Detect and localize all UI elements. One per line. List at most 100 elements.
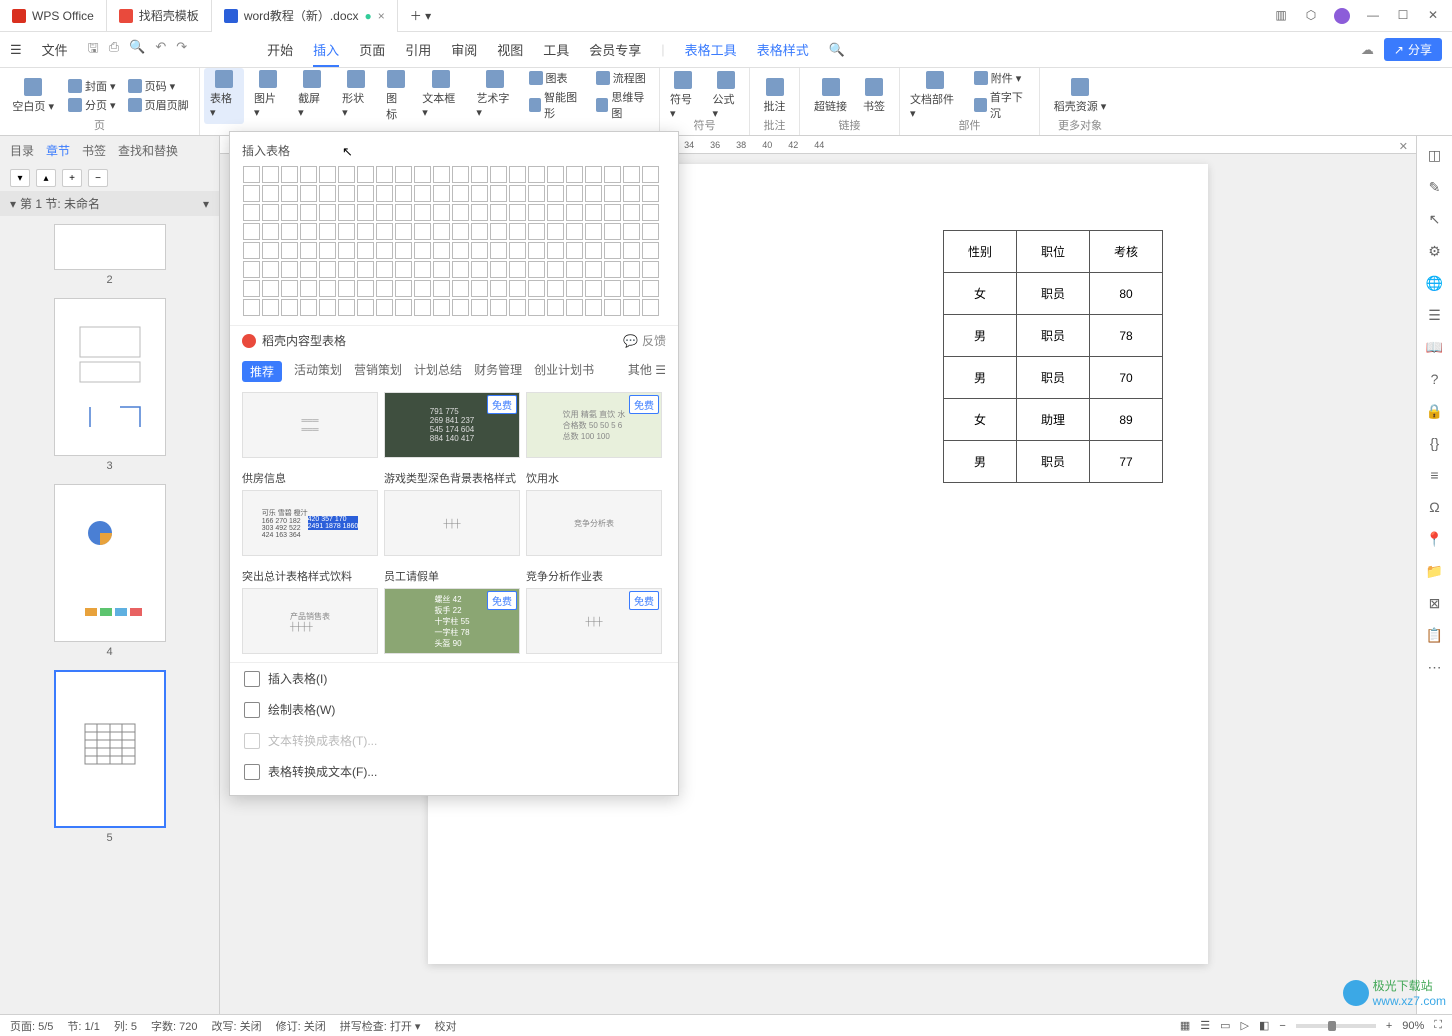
page-break-button[interactable]: 分页 ▾ (64, 96, 120, 114)
template-8[interactable]: 员工请假单免费螺丝 42扳手 22十字柱 55一字柱 78头盔 90 (384, 564, 520, 654)
feedback-link[interactable]: 💬 反馈 (623, 332, 666, 349)
status-overwrite[interactable]: 改写: 关闭 (212, 1018, 262, 1034)
screenshot-button[interactable]: 截屏 ▾ (292, 68, 332, 124)
rt-pin-icon[interactable]: 📍 (1426, 530, 1444, 548)
nav-up-button[interactable]: ▴ (36, 169, 56, 187)
rt-lock-icon[interactable]: 🔒 (1426, 402, 1444, 420)
thumb-page-2[interactable] (54, 224, 166, 270)
template-1[interactable]: ══════ (242, 392, 378, 458)
close-icon[interactable]: ✕ (1426, 8, 1440, 22)
thumb-page-5[interactable] (54, 670, 166, 828)
new-tab[interactable]: ＋ ▾ (398, 0, 443, 32)
textbox-button[interactable]: 文本框 ▾ (416, 68, 466, 124)
nav-tab-find[interactable]: 查找和替换 (118, 142, 178, 159)
tt-plan[interactable]: 计划总结 (414, 361, 462, 382)
view-focus-icon[interactable]: ◧ (1259, 1019, 1269, 1032)
print-icon[interactable]: ⎙ (109, 39, 119, 61)
menu-tools[interactable]: 工具 (543, 40, 569, 59)
mindmap-button[interactable]: 思维导图 (592, 88, 655, 122)
avatar[interactable] (1334, 8, 1350, 24)
status-proof[interactable]: 校对 (434, 1018, 456, 1034)
rt-translate-icon[interactable]: 🌐 (1426, 274, 1444, 292)
menu-insert[interactable]: 插入 (313, 40, 339, 67)
rt-layers-icon[interactable]: ◫ (1426, 146, 1444, 164)
status-col[interactable]: 列: 5 (114, 1018, 137, 1034)
bookmark-button[interactable]: 书签 (857, 76, 891, 116)
menu-insert-table[interactable]: 插入表格(I) (230, 663, 678, 694)
layout-icon[interactable]: ▥ (1274, 8, 1288, 22)
table-grid-picker[interactable] (230, 165, 678, 325)
rt-more-icon[interactable]: ⋯ (1426, 658, 1444, 676)
view-web-icon[interactable]: ▭ (1220, 1019, 1230, 1032)
attachment-button[interactable]: 附件 ▾ (970, 69, 1035, 87)
comment-button[interactable]: 批注 (758, 76, 792, 116)
rt-preview-icon[interactable]: ☰ (1426, 306, 1444, 324)
menu-draw-table[interactable]: 绘制表格(W) (230, 694, 678, 725)
status-section[interactable]: 节: 1/1 (67, 1018, 99, 1034)
template-3[interactable]: 免费饮用 精氨 直饮 水合格数 50 50 5 6总数 100 100 (526, 392, 662, 458)
tab-wps[interactable]: WPS Office (0, 0, 107, 32)
status-page[interactable]: 页面: 5/5 (10, 1018, 53, 1034)
nav-add-button[interactable]: + (62, 169, 82, 187)
symbol-button[interactable]: 符号 ▾ (664, 69, 703, 122)
cover-button[interactable]: 封面 ▾ (64, 77, 120, 95)
docer-resource-button[interactable]: 稻壳资源 ▾ (1048, 76, 1113, 116)
rt-book-icon[interactable]: 📖 (1426, 338, 1444, 356)
equation-button[interactable]: 公式 ▾ (707, 69, 746, 122)
page-number-button[interactable]: 页码 ▾ (124, 77, 193, 95)
rt-folder-icon[interactable]: 📁 (1426, 562, 1444, 580)
icon-button[interactable]: 图标 (380, 68, 412, 124)
chart-button[interactable]: 图表 (525, 69, 588, 87)
header-footer-button[interactable]: 页眉页脚 (124, 96, 193, 114)
rt-help-icon[interactable]: ? (1426, 370, 1444, 388)
tt-finance[interactable]: 财务管理 (474, 361, 522, 382)
nav-remove-button[interactable]: − (88, 169, 108, 187)
menu-review[interactable]: 审阅 (451, 40, 477, 59)
tt-activity[interactable]: 活动策划 (294, 361, 342, 382)
template-7[interactable]: 突出总计表格样式饮料产品销售表┼┼┼┼ (242, 564, 378, 654)
rt-settings-icon[interactable]: ⚙ (1426, 242, 1444, 260)
tt-marketing[interactable]: 营销策划 (354, 361, 402, 382)
flowchart-button[interactable]: 流程图 (592, 69, 655, 87)
view-read-icon[interactable]: ▷ (1241, 1019, 1249, 1032)
menu-table-tools[interactable]: 表格工具 (685, 40, 737, 59)
status-words[interactable]: 字数: 720 (151, 1018, 197, 1034)
zoom-slider[interactable] (1296, 1024, 1376, 1028)
nav-tab-sections[interactable]: 章节 (46, 142, 70, 159)
rt-brackets-icon[interactable]: {} (1426, 434, 1444, 452)
tt-recommend[interactable]: 推荐 (242, 361, 282, 382)
menu-view[interactable]: 视图 (497, 40, 523, 59)
rt-select-icon[interactable]: ↖ (1426, 210, 1444, 228)
section-header[interactable]: ▾ 第 1 节: 未命名▾ (0, 191, 219, 216)
minimize-icon[interactable]: — (1366, 8, 1380, 22)
blank-page-button[interactable]: 空白页 ▾ (6, 76, 60, 116)
menu-page[interactable]: 页面 (359, 40, 385, 59)
template-5[interactable]: 游戏类型深色背景表格样式┼┼┼ (384, 466, 520, 556)
status-track[interactable]: 修订: 关闭 (276, 1018, 326, 1034)
maximize-icon[interactable]: ☐ (1396, 8, 1410, 22)
rt-x-icon[interactable]: ⊠ (1426, 594, 1444, 612)
tt-other[interactable]: 其他 ☰ (628, 361, 666, 382)
smartart-button[interactable]: 智能图形 (525, 88, 588, 122)
redo-icon[interactable]: ↷ (176, 39, 187, 61)
menu-table-style[interactable]: 表格样式 (757, 40, 809, 59)
status-spell[interactable]: 拼写检查: 打开 ▾ (340, 1018, 421, 1034)
menu-start[interactable]: 开始 (267, 40, 293, 59)
view-outline-icon[interactable]: ☰ (1200, 1019, 1210, 1032)
menu-file[interactable]: 文件 (42, 40, 68, 59)
thumb-page-4[interactable] (54, 484, 166, 642)
undo-icon[interactable]: ↶ (155, 39, 166, 61)
cube-icon[interactable]: ⬡ (1304, 8, 1318, 22)
menu-table-to-text[interactable]: 表格转换成文本(F)... (230, 756, 678, 787)
template-6[interactable]: 饮用水竞争分析表 (526, 466, 662, 556)
hamburger-icon[interactable]: ☰ (10, 42, 22, 58)
tt-business[interactable]: 创业计划书 (534, 361, 594, 382)
tab-document[interactable]: word教程（新）.docx●× (212, 0, 398, 32)
cloud-icon[interactable]: ☁ (1361, 42, 1374, 58)
menu-member[interactable]: 会员专享 (589, 40, 641, 59)
nav-tab-toc[interactable]: 目录 (10, 142, 34, 159)
template-2[interactable]: 免费791 775269 841 237545 174 604884 140 4… (384, 392, 520, 458)
preview-icon[interactable]: 🔍 (129, 39, 145, 61)
picture-button[interactable]: 图片 ▾ (248, 68, 288, 124)
share-button[interactable]: ↗ 分享 (1384, 38, 1442, 61)
